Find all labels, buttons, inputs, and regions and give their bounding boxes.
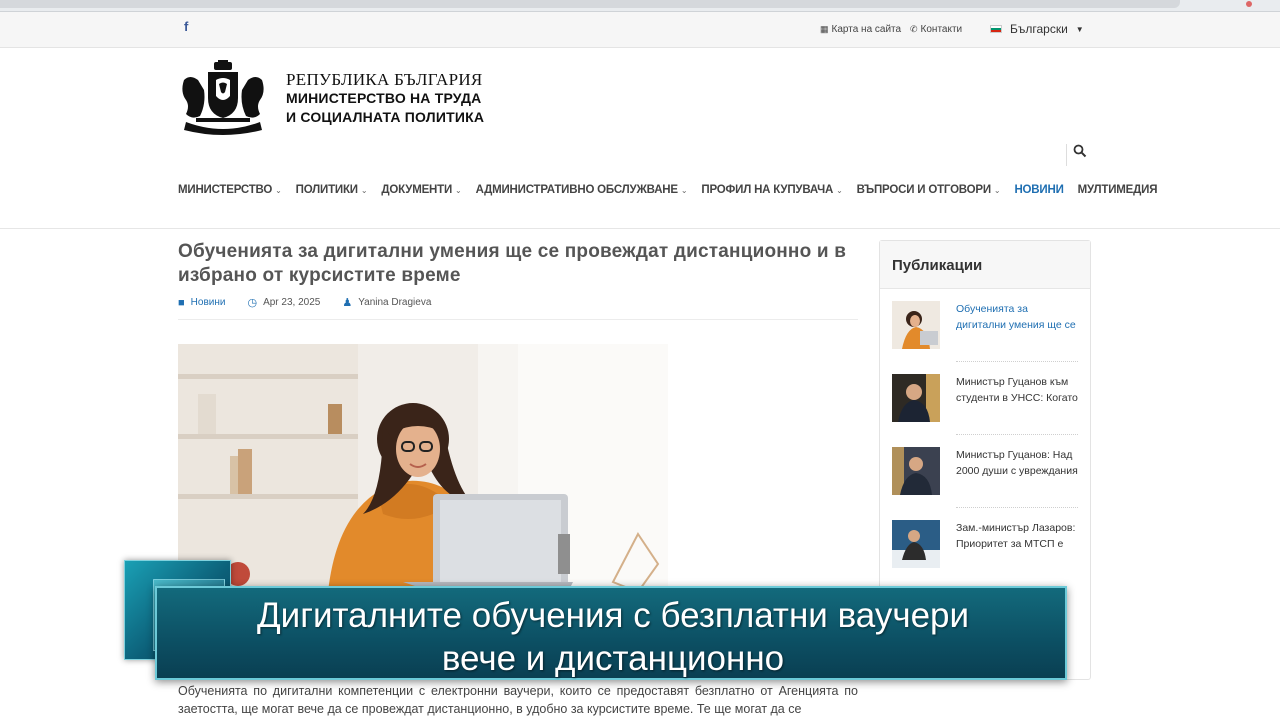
publication-item[interactable]: Министър Гуцанов: Над 2000 души с уврежд…: [892, 447, 1078, 507]
publication-thumbnail: [892, 374, 940, 422]
nav-item-ministry[interactable]: МИНИСТЕРСТВО ⌄: [178, 184, 282, 196]
header-divider: [0, 228, 1280, 229]
nav-item-buyer-profile[interactable]: ПРОФИЛ НА КУПУВАЧА ⌄: [701, 184, 842, 196]
publication-thumbnail: [892, 301, 940, 349]
publication-separator: [956, 361, 1078, 362]
browser-record-icon: [1246, 1, 1252, 7]
language-selector[interactable]: Български ▼: [990, 22, 1084, 36]
main-navigation: МИНИСТЕРСТВО ⌄ ПОЛИТИКИ ⌄ ДОКУМЕНТИ ⌄ АДМИН…: [178, 184, 1171, 196]
logo-line-republic: РЕПУБЛИКА БЪЛГАРИЯ: [286, 69, 483, 89]
nav-label: ДОКУМЕНТИ: [381, 184, 453, 196]
publication-item[interactable]: Обученията за дигитални умения ще се: [892, 301, 1078, 361]
facebook-icon[interactable]: f: [184, 19, 188, 34]
publication-item[interactable]: Министър Гуцанов към студенти в УНСС: Ко…: [892, 374, 1078, 434]
bulgarian-flag-icon: [990, 25, 1002, 33]
nav-label: МУЛТИМЕДИЯ: [1077, 184, 1158, 196]
sitemap-icon: ▦: [820, 24, 829, 34]
caret-down-icon: ▼: [1075, 24, 1084, 34]
article-image: [178, 344, 668, 592]
publication-thumbnail: [892, 447, 940, 495]
nav-label: АДМИНИСТРАТИВНО ОБСЛУЖВАНЕ: [475, 184, 679, 196]
nav-label: ПОЛИТИКИ: [295, 184, 358, 196]
chevron-down-icon: ⌄: [275, 185, 282, 195]
chevron-down-icon: ⌄: [360, 185, 368, 195]
phone-icon: ✆: [910, 24, 918, 34]
user-icon: ♟: [342, 297, 353, 309]
clock-icon: ◷: [247, 297, 258, 309]
nav-item-documents[interactable]: ДОКУМЕНТИ ⌄: [381, 184, 461, 196]
logo-line-ministry: МИНИСТЕРСТВО НА ТРУДА: [286, 89, 482, 106]
nav-label: ПРОФИЛ НА КУПУВАЧА: [701, 184, 834, 196]
sitemap-label: Карта на сайта: [831, 24, 902, 35]
chevron-down-icon: ⌄: [680, 185, 688, 195]
chevron-down-icon: ⌄: [993, 185, 1001, 195]
chevron-down-icon: ⌄: [455, 185, 462, 195]
language-label: Български: [1010, 22, 1068, 36]
publication-title: Обученията за дигитални умения ще се: [956, 303, 1076, 331]
nav-label: ВЪПРОСИ И ОТГОВОРИ: [856, 184, 991, 196]
nav-item-multimedia[interactable]: МУЛТИМЕДИЯ: [1078, 184, 1158, 196]
contacts-label: Контакти: [920, 24, 963, 35]
contacts-link[interactable]: ✆ Контакти: [910, 24, 962, 35]
tv-lower-third-banner: Дигиталните обучения с безплатни ваучери…: [120, 560, 1070, 684]
search-icon: [1073, 144, 1087, 158]
article-title: Обученията за дигитални умения ще се про…: [178, 241, 847, 286]
category-icon: ■: [178, 296, 185, 309]
banner-caption-line1: Дигиталните обучения с безплатни ваучери: [256, 596, 970, 635]
sidebar-title: Публикации: [880, 241, 1090, 289]
banner-caption-line2: вече и дистанционно: [441, 639, 785, 678]
publication-title: Министър Гуцанов към студенти в УНСС: Ко…: [956, 376, 1078, 404]
nav-label: НОВИНИ: [1014, 184, 1064, 196]
article-body: Обученията по дигитални компетенции с ел…: [178, 684, 858, 716]
banner-panel: Дигиталните обучения с безплатни ваучери…: [155, 586, 1067, 680]
publication-separator: [956, 434, 1078, 435]
search-button[interactable]: [1066, 144, 1088, 166]
category-link[interactable]: Новини: [191, 297, 226, 308]
article-date: Apr 23, 2025: [263, 297, 321, 308]
nav-label: МИНИСТЕРСТВО: [178, 184, 273, 196]
sitemap-link[interactable]: ▦ Карта на сайта: [820, 24, 901, 35]
nav-item-faq[interactable]: ВЪПРОСИ И ОТГОВОРИ ⌄: [857, 184, 1001, 196]
banner-caption: Дигиталните обучения с безплатни ваучери…: [157, 594, 1069, 680]
nav-item-news[interactable]: НОВИНИ: [1014, 184, 1063, 196]
article-author: Yanina Dragieva: [358, 297, 432, 308]
coat-of-arms-icon: [182, 60, 264, 135]
address-bar[interactable]: [0, 0, 1180, 8]
logo-text: РЕПУБЛИКА БЪЛГАРИЯ МИНИСТЕРСТВО НА ТРУДА…: [286, 70, 484, 127]
nav-item-policies[interactable]: ПОЛИТИКИ ⌄: [296, 184, 368, 196]
logo-line-policy: И СОЦИАЛНАТА ПОЛИТИКА: [286, 108, 485, 125]
site-logo[interactable]: РЕПУБЛИКА БЪЛГАРИЯ МИНИСТЕРСТВО НА ТРУДА…: [178, 60, 484, 136]
publication-title: Зам.-министър Лазаров: Приоритет за МТСП…: [956, 522, 1076, 550]
article-meta: ■ Новини ◷ Apr 23, 2025 ♟ Yanina Dragiev…: [178, 296, 432, 310]
utility-bar: f ▦ Карта на сайта ✆ Контакти Български …: [0, 12, 1280, 48]
browser-chrome-strip: [0, 0, 1280, 12]
publication-title: Министър Гуцанов: Над 2000 души с уврежд…: [956, 449, 1078, 477]
publication-separator: [956, 507, 1078, 508]
meta-divider: [178, 319, 858, 320]
nav-item-admin-services[interactable]: АДМИНИСТРАТИВНО ОБСЛУЖВАНЕ ⌄: [476, 184, 688, 196]
chevron-down-icon: ⌄: [836, 185, 843, 195]
